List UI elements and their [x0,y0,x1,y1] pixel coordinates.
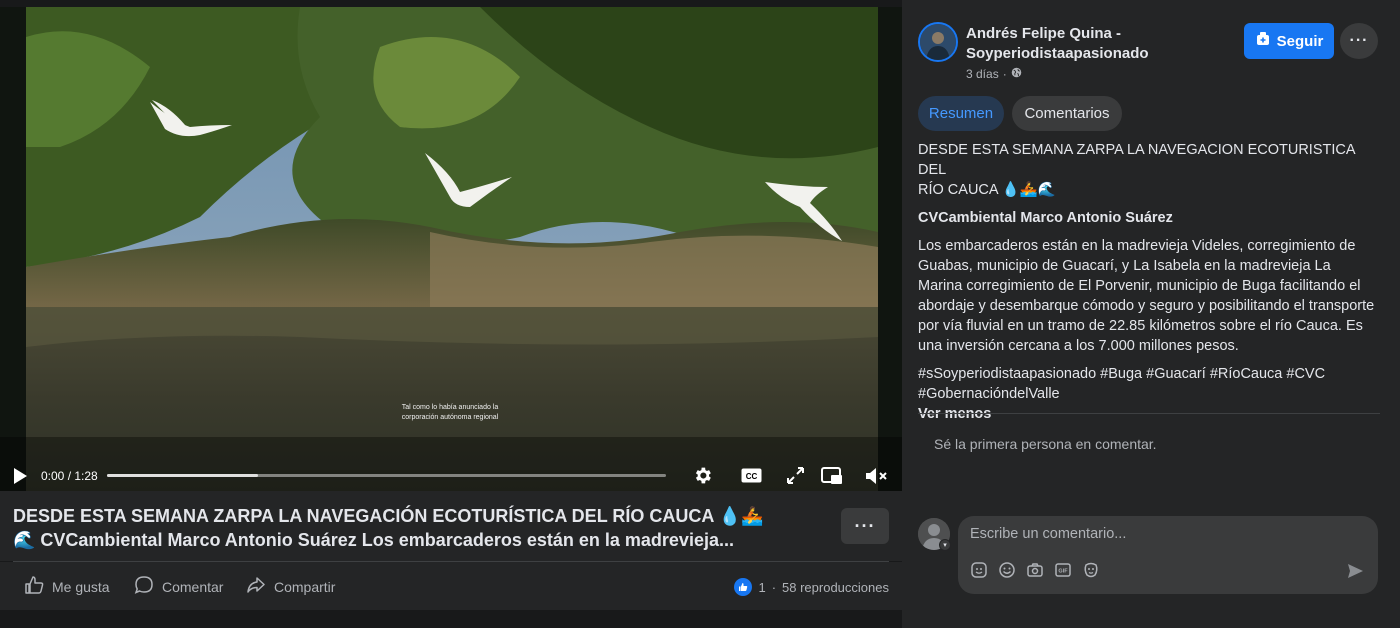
camera-icon[interactable] [1026,561,1044,579]
no-comments-message: Sé la primera persona en comentar. [934,436,1157,452]
comment-tools: GIF [970,561,1100,579]
dot-separator: · [771,579,777,595]
sticker-icon[interactable] [970,561,988,579]
divider [918,413,1380,414]
see-less-link[interactable]: Ver menos [918,404,1378,424]
video-post-page: Tal como lo había anunciado la corporaci… [0,0,1400,628]
description-title-line-2: RÍO CAUCA 💧🚣🌊 [918,182,1056,198]
comment-button[interactable]: Comentar [134,575,223,598]
description-body: Los embarcaderos están en la madrevieja … [918,238,1375,354]
play-icon[interactable] [12,467,28,490]
post-title-line-2: 🌊 CVCambiental Marco Antonio Suárez Los … [13,530,734,550]
tab-comentarios[interactable]: Comentarios [1012,96,1122,131]
chevron-down-icon[interactable]: ▾ [939,539,951,551]
post-title-line-1: DESDE ESTA SEMANA ZARPA LA NAVEGACIÓN EC… [13,506,764,526]
post-title[interactable]: DESDE ESTA SEMANA ZARPA LA NAVEGACIÓN EC… [13,504,813,552]
follow-button[interactable]: Seguir [1244,23,1334,59]
like-reaction-icon[interactable] [734,578,753,596]
avatar-sticker-icon[interactable] [1082,561,1100,579]
post-sidebar: Andrés Felipe Quina - Soyperiodistaapasi… [902,0,1400,628]
tab-resumen[interactable]: Resumen [918,96,1004,131]
author-name-line-1: Andrés Felipe Quina - [966,25,1122,42]
gif-icon[interactable]: GIF [1054,561,1072,579]
description-byline: CVCambiental Marco Antonio Suárez [918,210,1173,226]
video-player[interactable]: Tal como lo había anunciado la corporaci… [0,7,902,491]
captions-icon[interactable]: CC [741,468,762,488]
comment-bubble-icon [134,575,154,598]
comment-label: Comentar [162,578,224,595]
dot-separator: · [1002,67,1007,81]
thumbs-up-icon [24,575,44,598]
svg-text:CC: CC [746,472,758,481]
subtitle-line-2: corporación autónoma regional [401,414,499,421]
video-column: Tal como lo había anunciado la corporaci… [0,0,902,628]
share-arrow-icon [246,575,266,598]
more-options-button[interactable]: ··· [1340,23,1378,59]
video-controls: 0:00 / 1:28 CC [0,459,902,491]
post-action-bar: Me gusta Comentar Compartir 1 · 58 repro… [0,562,902,610]
share-label: Compartir [274,578,336,595]
like-label: Me gusta [52,578,110,595]
globe-icon [1011,67,1022,81]
comment-input[interactable]: Escribe un comentario... [970,526,1126,542]
progress-bar[interactable] [107,474,666,477]
video-time: 0:00 / 1:28 [41,469,98,483]
subtitle-line-1: Tal como lo había anunciado la [401,404,499,411]
author-name[interactable]: Andrés Felipe Quina - Soyperiodistaapasi… [966,24,1226,64]
post-meta: 3 días · [966,67,1022,81]
like-button[interactable]: Me gusta [24,575,110,598]
description-hashtags: #sSoyperiodistaapasionado #Buga #Guacarí… [918,364,1378,404]
post-time[interactable]: 3 días [966,67,999,81]
post-title-area: DESDE ESTA SEMANA ZARPA LA NAVEGACIÓN EC… [0,491,902,561]
share-button[interactable]: Compartir [246,575,335,598]
settings-gear-icon[interactable] [692,465,713,491]
video-subtitle: Tal como lo había anunciado la corporaci… [360,403,540,423]
author-name-line-2: Soyperiodistaapasionado [966,45,1149,62]
send-icon[interactable] [1346,562,1364,585]
svg-text:GIF: GIF [1058,569,1068,575]
emoji-icon[interactable] [998,561,1016,579]
author-avatar[interactable] [918,22,958,62]
likes-count[interactable]: 1 [758,580,765,595]
comment-composer[interactable]: Escribe un comentario... GIF [958,516,1378,594]
description-title-line-1: DESDE ESTA SEMANA ZARPA LA NAVEGACION EC… [918,142,1355,178]
views-count: 58 reproducciones [782,579,889,595]
volume-muted-icon[interactable] [864,466,888,491]
fullscreen-icon[interactable] [787,467,804,489]
follow-label: Seguir [1276,32,1324,50]
add-friend-icon [1255,31,1271,51]
progress-buffered [107,474,258,477]
post-more-options-button[interactable]: ··· [841,508,889,544]
post-stats: 1 · 58 reproducciones [734,578,889,596]
hashtags-line-1[interactable]: #sSoyperiodistaapasionado #Buga #Guacarí… [918,366,1325,382]
picture-in-picture-icon[interactable] [821,467,843,490]
hashtags-line-2[interactable]: #GobernacióndelValle [918,386,1060,402]
post-description: DESDE ESTA SEMANA ZARPA LA NAVEGACION EC… [918,140,1378,424]
